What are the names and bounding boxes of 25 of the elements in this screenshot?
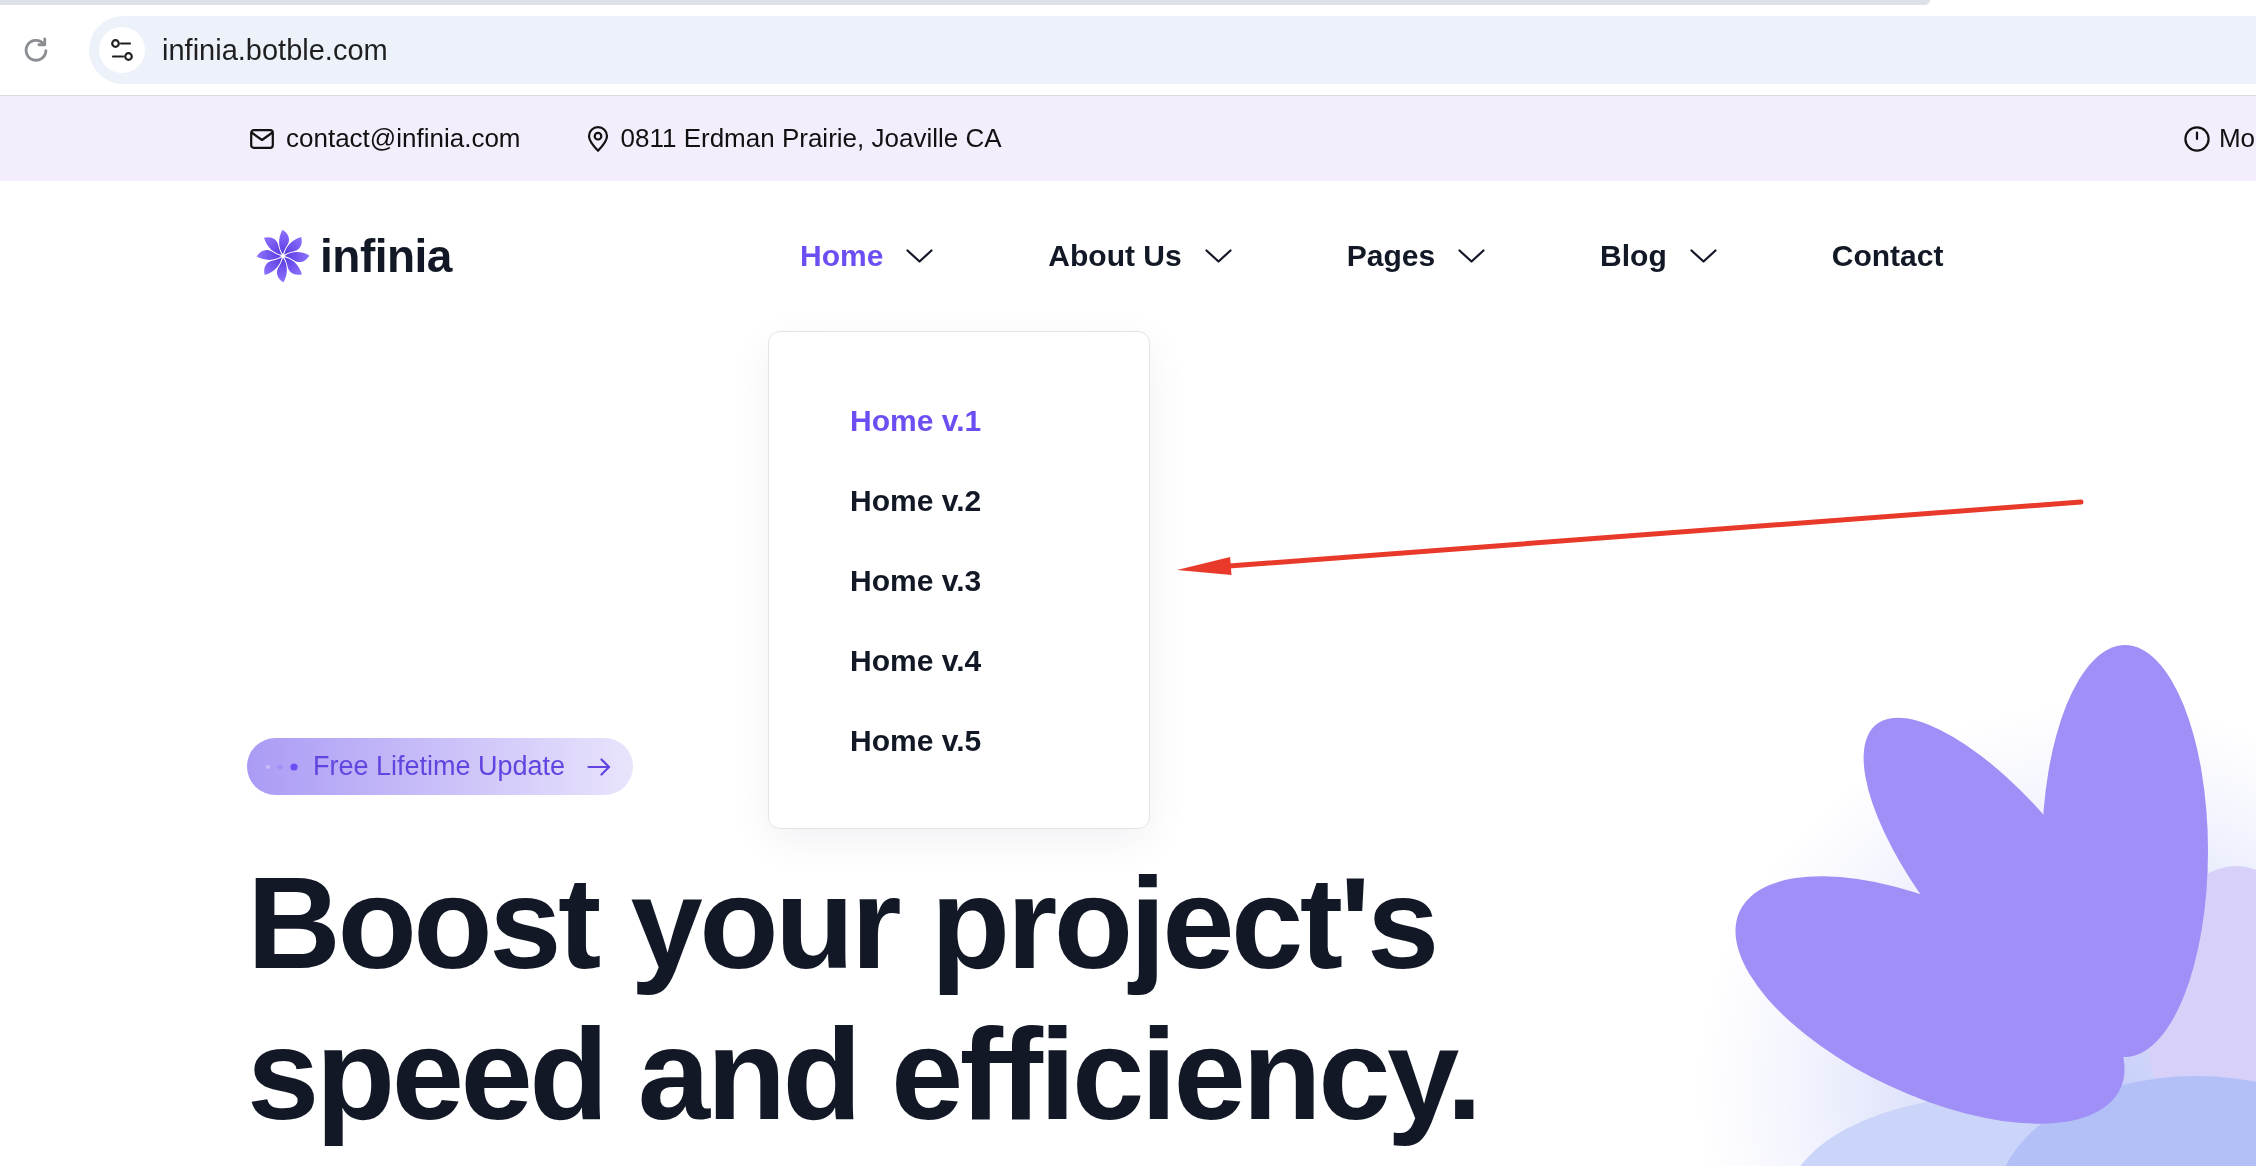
address-bar[interactable]: infinia.botble.com	[89, 16, 2256, 84]
clock-icon	[2183, 125, 2210, 152]
dropdown-item[interactable]: Home v.3	[850, 563, 982, 599]
hours-text: Mo	[2218, 123, 2255, 154]
logo-link[interactable]: infinia	[255, 227, 452, 284]
nav-link[interactable]: Blog	[1600, 238, 1717, 273]
nav-link[interactable]: Home	[800, 238, 934, 273]
dropdown-item[interactable]: Home v.4	[850, 643, 982, 679]
dots-icon	[265, 761, 299, 772]
dropdown-item[interactable]: Home v.2	[850, 483, 982, 519]
arrow-right-icon	[587, 757, 612, 776]
nav-link[interactable]: Pages	[1346, 238, 1486, 273]
site-settings-icon[interactable]	[99, 27, 145, 73]
reload-icon[interactable]	[22, 36, 50, 64]
email-text: contact@infinia.com	[286, 123, 521, 154]
location-pin-icon	[586, 125, 609, 152]
hero-headline: Boost your project's speed and efficiency.	[247, 849, 1480, 1149]
nav-link[interactable]: About Us	[1048, 238, 1232, 273]
flower-logo-icon	[255, 227, 311, 284]
mail-icon	[250, 128, 274, 149]
address-text: 0811 Erdman Prairie, Joaville CA	[620, 123, 1002, 154]
nav-link[interactable]: Contact	[1831, 238, 1944, 273]
dropdown-item[interactable]: Home v.1	[850, 403, 982, 439]
dropdown-item[interactable]: Home v.5	[850, 723, 982, 759]
update-badge[interactable]: Free Lifetime Update	[247, 738, 634, 795]
